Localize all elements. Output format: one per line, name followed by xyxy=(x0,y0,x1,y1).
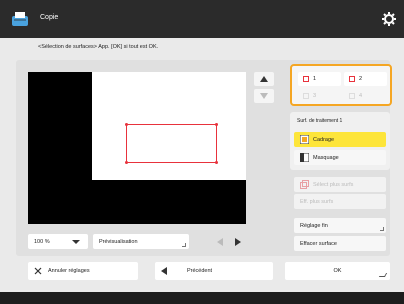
confirm-check-icon xyxy=(378,273,388,277)
triangle-down-icon xyxy=(260,93,268,99)
triangle-left-icon xyxy=(161,267,167,275)
back-button[interactable]: Précédent xyxy=(155,262,273,280)
preview-button[interactable]: Prévisualisation xyxy=(93,234,189,249)
fine-adjust-button[interactable]: Réglage fin xyxy=(294,218,386,233)
close-icon xyxy=(34,267,42,275)
face-4-button[interactable]: 4 xyxy=(344,89,387,103)
select-multiple-surfaces-button[interactable]: Sélect plus surfs xyxy=(294,177,386,192)
cancel-settings-button[interactable]: Annuler réglages xyxy=(28,262,138,280)
face-1-button[interactable]: 1 xyxy=(298,72,341,86)
face-label: 2 xyxy=(359,76,363,82)
framing-label: Cadrage xyxy=(313,136,335,143)
face-checkbox xyxy=(303,93,309,99)
selection-rectangle[interactable] xyxy=(126,124,217,163)
face-checkbox xyxy=(303,76,309,82)
clear-multiple-label: Eff. plus surfs xyxy=(300,198,334,205)
selection-handle[interactable] xyxy=(215,123,218,126)
select-multiple-label: Sélect plus surfs xyxy=(313,181,354,188)
framing-button[interactable]: Cadrage xyxy=(294,132,386,147)
instruction-text: <Sélection de surfaces> App. [OK] si tou… xyxy=(38,44,159,50)
preview-label: Prévisualisation xyxy=(99,238,138,245)
erase-surface-label: Effacer surface xyxy=(300,240,337,247)
next-page-button[interactable] xyxy=(228,234,248,249)
triangle-left-icon xyxy=(217,237,223,246)
face-label: 4 xyxy=(359,93,363,99)
selection-handle[interactable] xyxy=(125,123,128,126)
face-3-button[interactable]: 3 xyxy=(298,89,341,103)
framing-icon xyxy=(300,135,309,144)
app-header: Copie xyxy=(0,0,404,38)
surface-title: Surf. de traitement 1 xyxy=(297,118,343,124)
ok-button[interactable]: OK xyxy=(285,262,390,280)
masking-button[interactable]: Masquage xyxy=(294,150,386,165)
masking-label: Masquage xyxy=(313,154,339,161)
previous-page-button[interactable] xyxy=(210,234,230,249)
face-selection-grid: 1 2 3 4 xyxy=(290,64,392,106)
face-checkbox xyxy=(349,76,355,82)
ok-label: OK xyxy=(333,268,342,274)
selection-handle[interactable] xyxy=(215,161,218,164)
zoom-value: 100 % xyxy=(34,238,50,245)
face-checkbox xyxy=(349,93,355,99)
triangle-up-icon xyxy=(260,76,268,82)
fine-adjust-label: Réglage fin xyxy=(300,222,328,229)
scroll-down-button[interactable] xyxy=(254,89,274,103)
submenu-corner-icon xyxy=(380,227,384,231)
zoom-select[interactable]: 100 % xyxy=(28,234,88,249)
selection-handle[interactable] xyxy=(125,161,128,164)
bottom-strip xyxy=(0,292,404,304)
settings-gear-icon[interactable] xyxy=(382,12,396,26)
clear-multiple-surfaces-button[interactable]: Eff. plus surfs xyxy=(294,194,386,209)
scroll-up-button[interactable] xyxy=(254,72,274,86)
face-label: 3 xyxy=(313,93,317,99)
masking-icon xyxy=(300,153,309,162)
copy-screen: Copie <Sélection de surfaces> App. [OK] … xyxy=(0,0,404,304)
face-2-button[interactable]: 2 xyxy=(344,72,387,86)
submenu-corner-icon xyxy=(182,243,186,247)
back-label: Précédent xyxy=(187,268,213,274)
copy-icon xyxy=(10,10,30,28)
multi-surface-icon xyxy=(300,180,309,189)
erase-surface-button[interactable]: Effacer surface xyxy=(294,236,386,251)
chevron-down-icon xyxy=(72,240,80,244)
face-label: 1 xyxy=(313,76,317,82)
app-title: Copie xyxy=(40,14,59,21)
triangle-right-icon xyxy=(235,237,241,246)
cancel-label: Annuler réglages xyxy=(48,268,90,274)
